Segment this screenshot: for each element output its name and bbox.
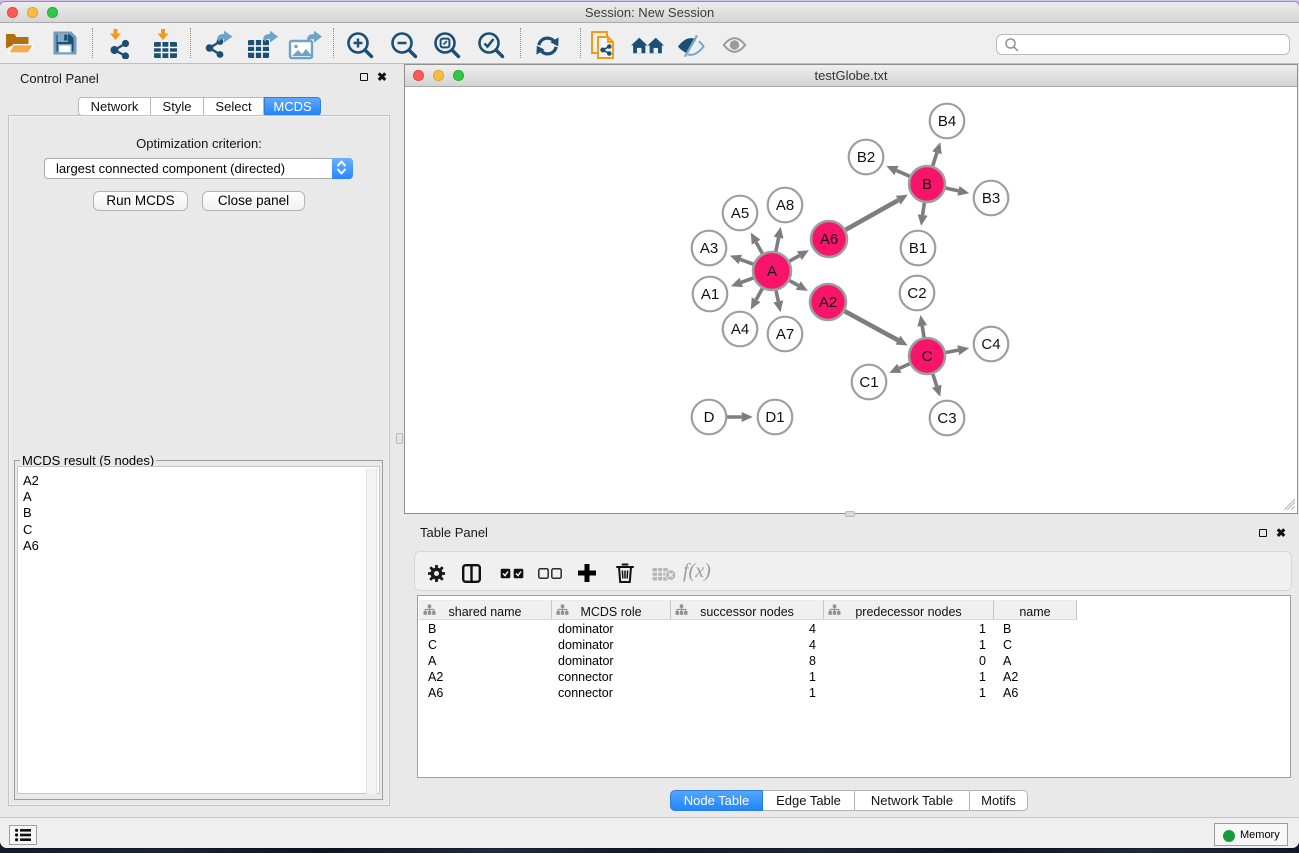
svg-text:C: C [922,348,933,365]
svg-text:D: D [704,409,715,426]
svg-text:A5: A5 [731,205,749,222]
svg-text:B3: B3 [982,190,1000,207]
svg-text:C1: C1 [859,374,878,391]
svg-text:A4: A4 [731,321,749,338]
svg-text:A2: A2 [819,294,837,311]
svg-text:A: A [767,263,777,280]
svg-text:C2: C2 [907,285,926,302]
svg-text:A1: A1 [701,286,719,303]
svg-text:A6: A6 [820,231,838,248]
svg-text:C3: C3 [937,410,956,427]
svg-text:C4: C4 [981,336,1000,353]
svg-text:A8: A8 [776,197,794,214]
svg-text:A7: A7 [776,326,794,343]
svg-text:B4: B4 [938,113,956,130]
svg-text:B2: B2 [857,149,875,166]
svg-text:A3: A3 [700,240,718,257]
svg-text:B1: B1 [909,240,927,257]
svg-text:D1: D1 [765,409,784,426]
svg-text:B: B [922,176,932,193]
